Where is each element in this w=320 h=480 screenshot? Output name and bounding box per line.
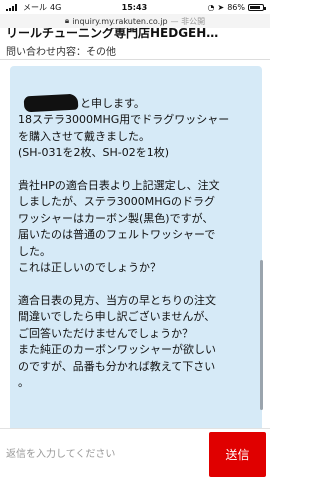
message-line: しましたが、ステラ3000MHGのドラグ [18,195,216,209]
message-line: これは正しいのでしょうか？ [18,261,161,275]
message-line: ご回答いただけませんでしょうか？ [18,326,194,340]
shop-title: リールチューニング専門店HEDGEH… [6,28,219,39]
visibility-note: — 非公開 [170,16,206,26]
message-line: 18ステラ3000MHG用でドラグワッシャー [18,113,230,127]
reply-composer: 返信を入力してください 送信 [0,428,270,480]
message-line [18,276,256,292]
message-line: また純正のカーボンワッシャーが欲しい [18,343,216,357]
message-line: した。 [18,244,51,258]
url-bar[interactable]: 🔒︎ inquiry.my.rakuten.co.jp — 非公開 [0,14,270,28]
message-line: 間違いでしたら申し訳ございませんが、 [18,310,216,324]
network-label: 4G [50,2,62,12]
carrier-label: メール [23,2,47,12]
battery-percent: 86% [227,2,245,12]
location-icon: ➤ [217,2,225,12]
inquiry-subject: 問い合わせ内容：その他 [6,47,116,58]
message-line: 。 [18,375,29,389]
url-domain: inquiry.my.rakuten.co.jp [72,16,168,26]
send-button[interactable]: 送信 [209,432,266,477]
message-line: 貴社HPの適合日表より上記選定し、注文 [18,179,220,193]
message-line: を購入させて戴きました。 [18,129,150,143]
alarm-icon: ◔ [207,2,215,12]
status-bar: メール 4G 15:43 ◔ ➤ 86% [0,0,270,14]
message-line: のですが、品番も分かれば教えて下さい [18,359,216,373]
reply-input[interactable]: 返信を入力してください [6,434,201,470]
lock-icon: 🔒︎ [64,16,70,25]
redacted-name [23,93,79,113]
scrollbar[interactable] [260,260,263,410]
battery-icon [247,3,266,11]
message-line: 適合日表の見方、当方の早とちりの注文 [18,293,216,307]
message-area[interactable]: と申します。 18ステラ3000MHG用でドラグワッシャー を購入させて戴きました。… [0,60,270,430]
message-body: と申します。 18ステラ3000MHG用でドラグワッシャー を購入させて戴きました。… [18,96,256,391]
message-bubble: と申します。 18ステラ3000MHG用でドラグワッシャー を購入させて戴きました。… [10,66,262,430]
clock: 15:43 [121,2,148,12]
message-line [18,162,256,178]
message-line: 届いたのは普通のフェルトワッシャーで [18,228,216,242]
message-line: ワッシャーはカーボン製(黒色)ですが、 [18,211,214,225]
signal-icon [6,3,20,11]
message-line: (SH-031を2枚、SH-02を1枚) [18,146,170,160]
inquiry-header: リールチューニング専門店HEDGEH… 問い合わせ内容：その他 [0,28,270,60]
